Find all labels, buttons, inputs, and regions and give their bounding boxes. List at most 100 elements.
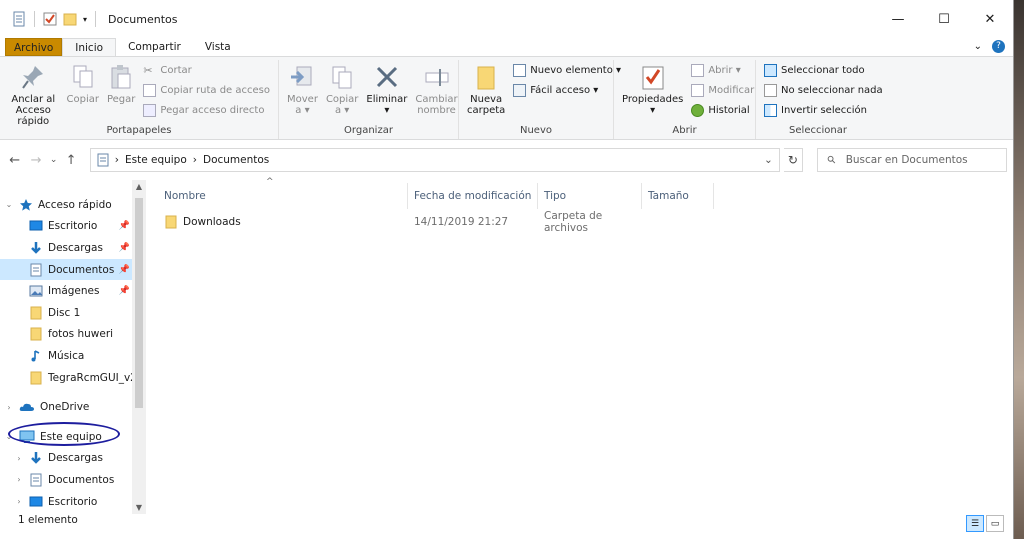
folder-icon — [29, 306, 43, 320]
sidebar-item-label: OneDrive — [40, 401, 90, 414]
column-header-name[interactable]: Nombre — [158, 183, 408, 209]
invert-selection-label: Invertir selección — [781, 104, 867, 116]
close-button[interactable]: ✕ — [967, 0, 1013, 38]
sidebar-item[interactable]: › Descargas — [0, 448, 146, 470]
sidebar-item[interactable]: Disc 1 — [0, 302, 146, 324]
window-controls: — ☐ ✕ — [875, 0, 1013, 38]
refresh-button[interactable]: ↻ — [783, 148, 803, 172]
breadcrumb-documents[interactable]: Documentos — [203, 154, 269, 166]
open-button[interactable]: Abrir ▾ — [691, 62, 754, 78]
edit-icon — [691, 83, 705, 97]
help-icon[interactable]: ? — [992, 40, 1005, 53]
cut-button[interactable]: ✂ Cortar — [143, 62, 270, 78]
minimize-button[interactable]: — — [875, 0, 921, 38]
scissors-icon: ✂ — [143, 63, 153, 77]
recent-locations-button[interactable]: ⌄ — [49, 155, 59, 165]
easy-access-icon — [513, 83, 527, 97]
sidebar-item[interactable]: ⌄ Acceso rápido — [0, 194, 146, 216]
expand-chevron-icon[interactable]: ⌄ — [4, 200, 14, 209]
select-all-button[interactable]: Seleccionar todo — [764, 62, 883, 78]
details-view-button[interactable]: ☰ — [966, 515, 984, 532]
pin-icon — [22, 66, 44, 89]
navigation-scrollbar[interactable]: ▲ ▼ — [132, 180, 146, 514]
large-icons-view-button[interactable]: ▭ — [986, 515, 1004, 532]
copy-path-button[interactable]: Copiar ruta de acceso — [143, 82, 270, 98]
sidebar-item[interactable]: › Documentos — [0, 469, 146, 491]
tab-file[interactable]: Archivo — [5, 38, 63, 56]
file-explorer-window: ▾ Documentos — ☐ ✕ Archivo Inicio Compar… — [0, 0, 1014, 539]
forward-button[interactable]: → — [27, 153, 44, 168]
back-button[interactable]: ← — [6, 153, 23, 168]
breadcrumb-this-pc[interactable]: Este equipo — [125, 154, 187, 166]
properties-icon[interactable] — [43, 11, 57, 27]
title-bar: ▾ Documentos — ☐ ✕ — [0, 0, 1013, 38]
tab-share[interactable]: Compartir — [116, 38, 193, 56]
pin-icon: 📌 — [118, 221, 130, 232]
paste-shortcut-button[interactable]: Pegar acceso directo — [143, 102, 270, 118]
star-icon — [19, 198, 33, 212]
new-folder-icon[interactable] — [63, 11, 77, 27]
item-count: 1 elemento — [18, 514, 78, 526]
column-header-size[interactable]: Tamaño — [642, 183, 714, 209]
expand-ribbon-icon[interactable]: ⌄ — [974, 41, 982, 52]
properties-icon — [642, 66, 664, 90]
history-label: Historial — [708, 104, 750, 116]
document-icon — [29, 263, 43, 277]
scroll-up-icon[interactable]: ▲ — [132, 182, 146, 191]
sidebar-item[interactable]: Música — [0, 345, 146, 367]
select-none-button[interactable]: No seleccionar nada — [764, 82, 883, 98]
divider — [95, 11, 97, 27]
tab-view[interactable]: Vista — [193, 38, 243, 56]
sidebar-item[interactable]: TegraRcmGUI_v2 — [0, 367, 146, 389]
navigation-bar: ← → ⌄ ↑ › Este equipo › Documentos ⌄ ↻ ⚲… — [0, 140, 1013, 180]
column-header-type[interactable]: Tipo — [538, 183, 642, 209]
window-title: Documentos — [108, 12, 178, 26]
open-group-label: Abrir — [672, 125, 697, 136]
new-item-icon — [513, 63, 527, 77]
scrollbar-thumb[interactable] — [135, 198, 143, 408]
search-input[interactable]: ⚲ Buscar en Documentos — [816, 148, 1007, 172]
clipboard-group: Anclar al Acceso rápido Copiar Pegar ✂ Co… — [0, 60, 279, 139]
edit-button[interactable]: Modificar — [691, 82, 754, 98]
sidebar-item[interactable]: Escritorio 📌 — [0, 216, 146, 238]
sidebar-item-label: Disc 1 — [48, 306, 81, 319]
address-bar[interactable]: › Este equipo › Documentos ⌄ — [89, 148, 780, 172]
download-icon — [29, 451, 43, 465]
delete-label: Eliminar ▾ — [366, 94, 408, 116]
expand-chevron-icon[interactable]: › — [4, 403, 14, 412]
easy-access-button[interactable]: Fácil acceso ▾ — [513, 82, 621, 98]
new-group: Nueva carpeta Nuevo elemento ▾ Fácil acc… — [459, 60, 621, 139]
invert-selection-button[interactable]: Invertir selección — [764, 102, 883, 118]
expand-chevron-icon[interactable]: › — [14, 475, 24, 484]
select-group-label: Seleccionar — [789, 125, 847, 136]
pin-icon: 📌 — [118, 242, 130, 253]
sidebar-item[interactable]: Descargas 📌 — [0, 237, 146, 259]
new-item-button[interactable]: Nuevo elemento ▾ — [513, 62, 621, 78]
sidebar-item[interactable]: › OneDrive — [0, 396, 146, 418]
tab-home[interactable]: Inicio — [62, 38, 117, 56]
table-row[interactable]: Downloads 14/11/2019 21:27 Carpeta de arch… — [146, 210, 1013, 234]
history-button[interactable]: Historial — [691, 102, 754, 118]
easy-access-label: Fácil acceso ▾ — [530, 84, 599, 96]
copy-path-label: Copiar ruta de acceso — [160, 84, 270, 96]
sidebar-item[interactable]: Imágenes 📌 — [0, 280, 146, 302]
annotation-circle — [8, 422, 120, 446]
up-button[interactable]: ↑ — [62, 153, 79, 168]
cell-type: Carpeta de archivos — [544, 210, 603, 234]
paste-label: Pegar — [106, 94, 136, 105]
customize-toolbar-chevron-icon[interactable]: ▾ — [83, 15, 87, 24]
sidebar-item[interactable]: Documentos 📌 — [0, 258, 146, 281]
view-switcher: ☰ ▭ — [966, 515, 1004, 532]
sidebar-item-label: Descargas — [48, 241, 103, 254]
expand-chevron-icon[interactable]: › — [14, 454, 24, 463]
quick-access-toolbar: ▾ — [0, 11, 98, 27]
address-dropdown-icon[interactable]: ⌄ — [764, 154, 773, 166]
column-header-date[interactable]: Fecha de modificación — [408, 183, 538, 209]
organize-group-label: Organizar — [344, 125, 393, 136]
clipboard-group-label: Portapapeles — [106, 125, 172, 136]
organize-group: Mover a ▾ Copiar a ▾ Eliminar ▾ Cambiar … — [279, 60, 459, 139]
maximize-button[interactable]: ☐ — [921, 0, 967, 38]
select-group: Seleccionar todo No seleccionar nada Inv… — [756, 60, 883, 139]
paste-shortcut-label: Pegar acceso directo — [160, 104, 265, 116]
sidebar-item[interactable]: fotos huweri — [0, 324, 146, 346]
